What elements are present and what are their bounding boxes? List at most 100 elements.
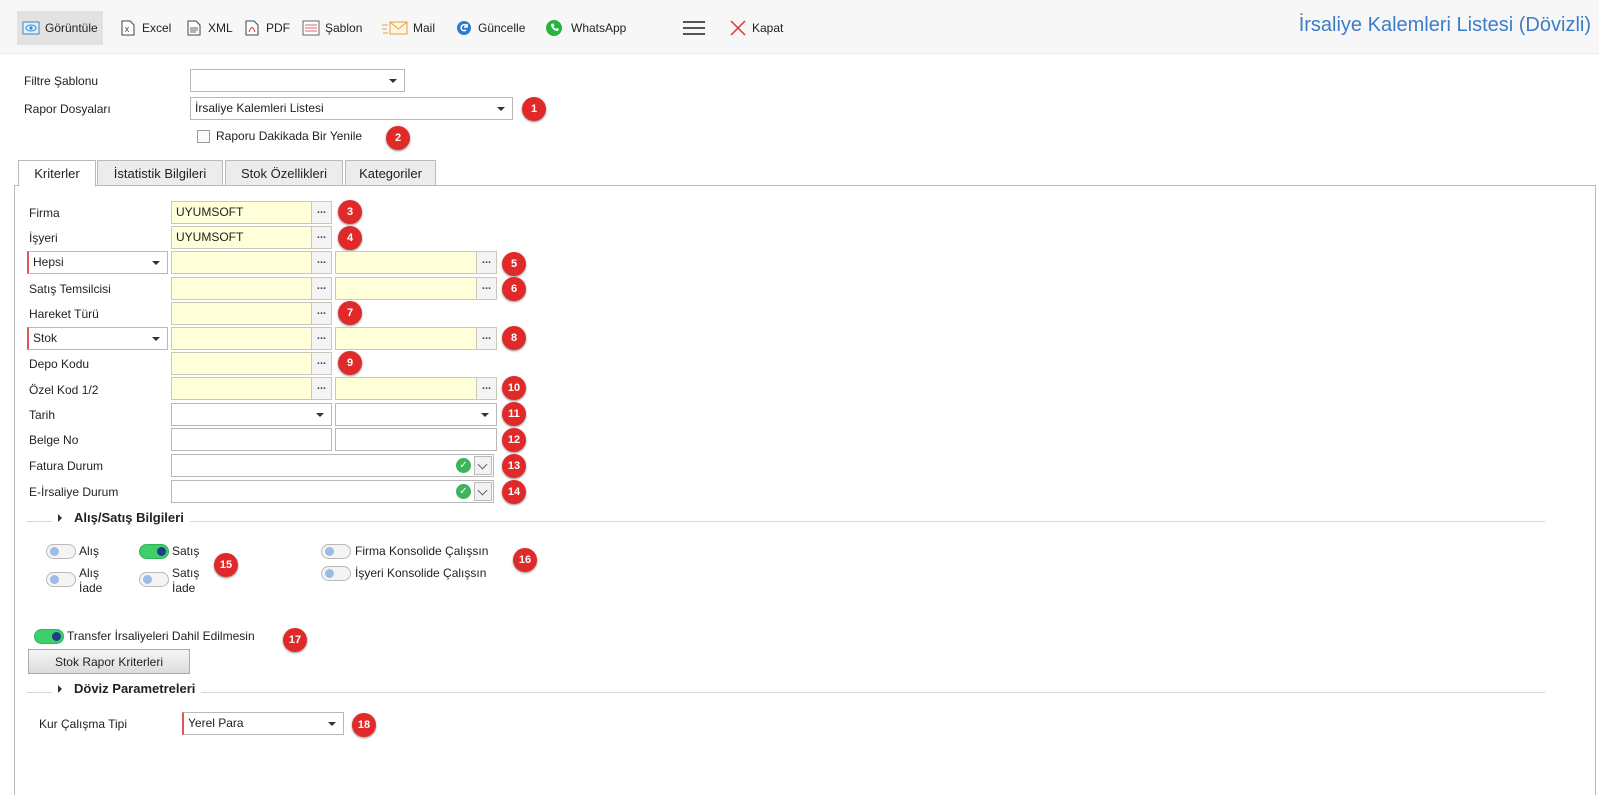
- firma-label: Firma: [29, 206, 60, 220]
- alis-iade-toggle[interactable]: [46, 572, 76, 587]
- refresh-checkbox[interactable]: [197, 130, 210, 143]
- xml-button[interactable]: XML: [180, 11, 238, 45]
- badge-11: 11: [502, 402, 526, 426]
- tarih-start-select[interactable]: [171, 403, 332, 426]
- stok-end-input[interactable]: ...: [335, 327, 497, 350]
- belge-no-label: Belge No: [29, 433, 79, 447]
- firma-konsolide-toggle[interactable]: [321, 544, 351, 559]
- alis-satis-section-header[interactable]: Alış/Satış Bilgileri: [52, 510, 190, 525]
- tab-kriterler[interactable]: Kriterler: [18, 160, 96, 187]
- template-button[interactable]: Şablon: [297, 11, 367, 45]
- ozel-kod-1-input[interactable]: ...: [171, 377, 332, 400]
- ellipsis-icon[interactable]: ...: [311, 303, 331, 324]
- satis-iade-label-line2: İade: [172, 581, 196, 595]
- whatsapp-button[interactable]: WhatsApp: [540, 11, 631, 45]
- isyeri-konsolide-label: İşyeri Konsolide Çalışsın: [355, 566, 487, 580]
- badge-6: 6: [502, 277, 526, 301]
- tab-stok-ozellikleri[interactable]: Stok Özellikleri: [225, 160, 343, 186]
- stok-start-input[interactable]: ...: [171, 327, 332, 350]
- excel-button[interactable]: X Excel: [114, 11, 176, 45]
- doviz-section-header[interactable]: Döviz Parametreleri: [52, 681, 202, 696]
- firma-konsolide-label: Firma Konsolide Çalışsın: [355, 544, 489, 558]
- hamburger-icon: [682, 19, 706, 37]
- ellipsis-icon[interactable]: ...: [311, 278, 331, 299]
- badge-3: 3: [338, 200, 362, 224]
- report-files-label: Rapor Dosyaları: [24, 102, 111, 116]
- tab-kategoriler[interactable]: Kategoriler: [345, 160, 436, 186]
- cari-start-input[interactable]: ...: [171, 251, 332, 274]
- cari-end-input[interactable]: ...: [335, 251, 497, 274]
- depo-kodu-label: Depo Kodu: [29, 357, 90, 371]
- whatsapp-icon: [545, 19, 563, 37]
- report-files-select[interactable]: İrsaliye Kalemleri Listesi: [190, 97, 513, 120]
- badge-14: 14: [502, 480, 526, 504]
- ellipsis-icon[interactable]: ...: [476, 328, 496, 349]
- satis-iade-label-line1: Satış: [172, 566, 200, 580]
- ellipsis-icon[interactable]: ...: [311, 328, 331, 349]
- chevron-down-icon: [328, 722, 336, 726]
- alis-toggle[interactable]: [46, 544, 76, 559]
- ozel-kod-label: Özel Kod 1/2: [29, 383, 99, 397]
- chevron-down-icon[interactable]: [474, 482, 492, 501]
- hareket-turu-input[interactable]: ...: [171, 302, 332, 325]
- chevron-down-icon: [152, 337, 160, 341]
- isyeri-konsolide-toggle[interactable]: [321, 566, 351, 581]
- ellipsis-icon[interactable]: ...: [476, 278, 496, 299]
- badge-8: 8: [502, 326, 526, 350]
- mail-button[interactable]: Mail: [377, 11, 440, 45]
- excel-icon: X: [119, 19, 137, 37]
- belge-no-start-input[interactable]: [171, 428, 332, 451]
- satis-temsilcisi-end-input[interactable]: ...: [335, 277, 497, 300]
- kur-calisma-tipi-label: Kur Çalışma Tipi: [39, 717, 128, 731]
- filter-template-select[interactable]: [190, 69, 405, 92]
- e-irsaliye-durum-select[interactable]: ✓: [171, 480, 494, 503]
- fatura-durum-select[interactable]: ✓: [171, 454, 494, 477]
- firma-input[interactable]: UYUMSOFT...: [171, 201, 332, 224]
- close-button[interactable]: Kapat: [724, 11, 788, 45]
- ellipsis-icon[interactable]: ...: [311, 252, 331, 273]
- ellipsis-icon[interactable]: ...: [311, 378, 331, 399]
- stok-select[interactable]: Stok: [27, 327, 168, 350]
- badge-18: 18: [352, 713, 376, 737]
- cari-select[interactable]: Hepsi: [27, 251, 168, 274]
- kur-calisma-tipi-select[interactable]: Yerel Para: [182, 712, 344, 735]
- isyeri-input[interactable]: UYUMSOFT...: [171, 226, 332, 249]
- ellipsis-icon[interactable]: ...: [311, 353, 331, 374]
- ozel-kod-2-input[interactable]: ...: [335, 377, 497, 400]
- refresh-icon: [455, 19, 473, 37]
- update-button[interactable]: Güncelle: [450, 11, 530, 45]
- check-circle-icon[interactable]: ✓: [456, 484, 471, 499]
- badge-13: 13: [502, 454, 526, 478]
- mail-icon: [382, 19, 408, 37]
- ellipsis-icon[interactable]: ...: [476, 378, 496, 399]
- section-divider: [27, 692, 1545, 693]
- close-icon: [729, 19, 747, 37]
- menu-button[interactable]: [677, 11, 711, 45]
- chevron-down-icon: [481, 413, 489, 417]
- chevron-down-icon[interactable]: [474, 456, 492, 475]
- xml-icon: [185, 19, 203, 37]
- transfer-toggle[interactable]: [34, 629, 64, 644]
- check-circle-icon[interactable]: ✓: [456, 458, 471, 473]
- badge-5: 5: [502, 252, 526, 276]
- satis-temsilcisi-start-input[interactable]: ...: [171, 277, 332, 300]
- tarih-end-select[interactable]: [335, 403, 497, 426]
- badge-12: 12: [502, 428, 526, 452]
- chevron-down-icon: [152, 261, 160, 265]
- ellipsis-icon[interactable]: ...: [476, 252, 496, 273]
- stok-rapor-kriterleri-button[interactable]: Stok Rapor Kriterleri: [28, 649, 190, 674]
- ellipsis-icon[interactable]: ...: [311, 227, 331, 248]
- ellipsis-icon[interactable]: ...: [311, 202, 331, 223]
- section-divider: [27, 521, 1545, 522]
- badge-10: 10: [502, 376, 526, 400]
- tab-istatistik[interactable]: İstatistik Bilgileri: [97, 160, 223, 186]
- depo-kodu-input[interactable]: ...: [171, 352, 332, 375]
- view-button[interactable]: Görüntüle: [17, 11, 103, 45]
- belge-no-end-input[interactable]: [335, 428, 497, 451]
- page-title: İrsaliye Kalemleri Listesi (Dövizli): [1298, 14, 1591, 36]
- svg-text:X: X: [125, 26, 130, 34]
- hareket-turu-label: Hareket Türü: [29, 307, 99, 321]
- satis-iade-toggle[interactable]: [139, 572, 169, 587]
- pdf-button[interactable]: PDF: [238, 11, 295, 45]
- satis-toggle[interactable]: [139, 544, 169, 559]
